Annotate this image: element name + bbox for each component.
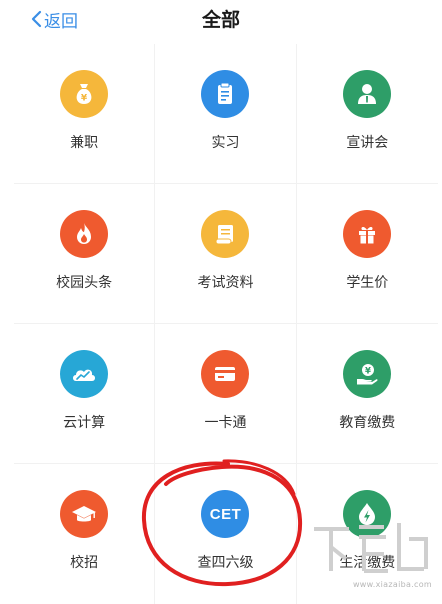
grid-item-campus-news[interactable]: 校园头条 — [14, 184, 156, 324]
grid-item-label: 教育缴费 — [339, 415, 396, 431]
grid-item-campus-recruitment[interactable]: 校招 — [14, 464, 156, 604]
hand-money-icon: ¥ — [343, 350, 392, 398]
grid-item-utility-payment[interactable]: 生活缴费 — [297, 464, 438, 604]
cet-icon: CET — [201, 490, 250, 538]
svg-text:¥: ¥ — [365, 367, 371, 377]
grid-item-label: 学生价 — [346, 275, 389, 291]
grid-item-student-price[interactable]: 学生价 — [296, 184, 438, 324]
grid-item-education-payment[interactable]: ¥ 教育缴费 — [296, 324, 438, 464]
grid-item-label: 生活缴费 — [339, 555, 396, 571]
grid-item-label: 云计算 — [63, 415, 106, 431]
grid-item-label: 查四六级 — [197, 555, 254, 571]
money-bag-icon: ¥ — [60, 70, 109, 118]
gift-icon — [343, 210, 392, 258]
page-title: 全部 — [201, 9, 240, 31]
nav-bar: 返回 全部 — [0, 0, 442, 40]
grid-item-internship[interactable]: 实习 — [155, 44, 297, 184]
grid-item-part-time[interactable]: ¥ 兼职 — [14, 44, 156, 184]
grid-item-cloud-computing[interactable]: 云计算 — [14, 324, 156, 464]
scroll-document-icon — [201, 210, 250, 258]
grid-item-exam-materials[interactable]: 考试资料 — [155, 184, 297, 324]
presenter-icon — [343, 70, 392, 118]
grid-item-label: 考试资料 — [197, 275, 254, 291]
card-icon — [201, 350, 250, 398]
graduation-cap-icon — [60, 490, 109, 538]
grid-item-label: 兼职 — [70, 135, 99, 151]
grid-item-campus-card[interactable]: 一卡通 — [155, 324, 297, 464]
clipboard-icon — [201, 70, 250, 118]
water-drop-bolt-icon — [343, 490, 392, 538]
grid-item-label: 校招 — [70, 555, 99, 571]
cloud-chart-icon — [60, 350, 109, 398]
svg-text:¥: ¥ — [81, 94, 88, 104]
grid-item-label: 校园头条 — [56, 275, 113, 291]
grid-item-label: 一卡通 — [204, 415, 247, 431]
grid-item-presentation[interactable]: 宣讲会 — [296, 44, 438, 184]
grid-item-label: 宣讲会 — [346, 135, 389, 151]
grid-item-label: 实习 — [211, 135, 240, 151]
flame-icon — [60, 210, 109, 258]
feature-grid: ¥ 兼职 实习 宣讲会 校园头条 考试资料 学生价 云计算 一卡通 ¥ 教育缴费… — [14, 44, 438, 604]
cet-icon-text: CET — [209, 505, 242, 523]
grid-item-cet-score[interactable]: CET 查四六级 — [155, 464, 297, 604]
